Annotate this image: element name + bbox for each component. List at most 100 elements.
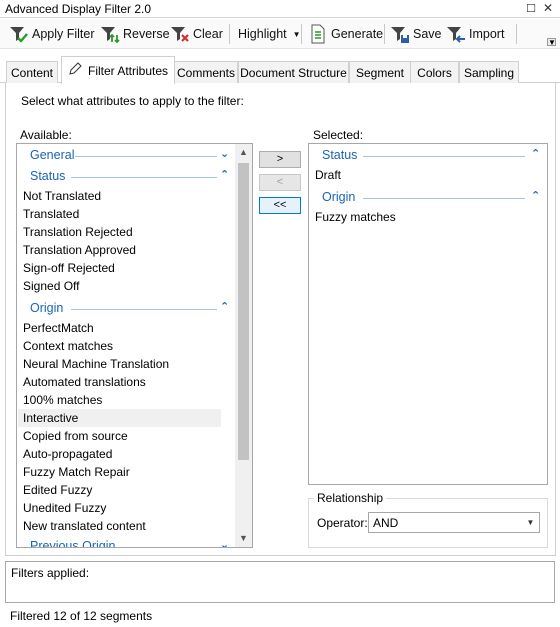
scroll-up-icon[interactable]: ▲ (235, 144, 252, 161)
funnel-arrows-icon (100, 24, 120, 44)
funnel-x-icon (170, 24, 190, 44)
scrollbar-thumb[interactable] (238, 163, 249, 460)
group-header-previous-origin[interactable]: Previous Origin ⌄ (17, 537, 252, 548)
list-item[interactable]: PerfectMatch (23, 319, 94, 337)
scroll-down-icon[interactable]: ▼ (235, 530, 252, 547)
group-header-status[interactable]: Status ⌃ (17, 167, 252, 187)
available-list-scrollbar[interactable]: ▲ ▼ (235, 144, 252, 547)
funnel-import-icon (446, 24, 466, 44)
highlight-label: Highlight (238, 27, 287, 41)
funnel-save-icon (390, 24, 410, 44)
list-item[interactable]: Not Translated (23, 187, 101, 205)
import-button[interactable]: Import (446, 23, 504, 45)
remove-button[interactable]: < (259, 174, 301, 191)
clear-button[interactable]: Clear (170, 23, 223, 45)
group-divider (75, 156, 217, 157)
list-item[interactable]: Fuzzy matches (315, 208, 396, 226)
chevron-down-icon[interactable]: ⌄ (220, 147, 229, 160)
import-label: Import (469, 27, 505, 41)
tab-colors[interactable]: Colors (410, 61, 459, 83)
tab-strip: Content Filter Attributes Comments Docum… (0, 55, 560, 84)
list-item-selected[interactable]: Interactive (18, 409, 221, 427)
tab-label: Segment (355, 65, 405, 80)
apply-filter-label: Apply Filter (32, 27, 95, 41)
pin-icon[interactable]: ☐ (526, 2, 536, 15)
group-title: General (30, 148, 75, 162)
tab-sampling[interactable]: Sampling (459, 61, 519, 83)
group-header-status[interactable]: Status ⌃ (309, 146, 547, 166)
group-divider (363, 156, 525, 157)
tab-comments[interactable]: Comments (174, 61, 238, 83)
tab-segment[interactable]: Segment (349, 61, 411, 83)
toolbar-separator (516, 24, 517, 44)
list-item[interactable]: 100% matches (23, 391, 102, 409)
list-item[interactable]: Context matches (23, 337, 113, 355)
group-title: Previous Origin (30, 539, 116, 548)
chevron-up-icon[interactable]: ⌃ (531, 189, 540, 202)
list-item[interactable]: Unedited Fuzzy (23, 499, 106, 517)
group-title: Origin (30, 301, 64, 315)
tab-label: Filter Attributes (87, 63, 169, 78)
group-header-general[interactable]: General ⌄ (17, 146, 252, 166)
list-item[interactable]: New translated content (23, 517, 146, 535)
reverse-label: Reverse (123, 27, 170, 41)
selected-list[interactable]: Status ⌃ Draft Origin ⌃ Fuzzy matches (308, 143, 548, 485)
list-item[interactable]: Translation Rejected (23, 223, 133, 241)
tab-label: Colors (417, 65, 452, 80)
group-divider (71, 177, 217, 178)
available-list[interactable]: General ⌄ Status ⌃ Not Translated Transl… (16, 143, 253, 548)
clear-label: Clear (193, 27, 223, 41)
filter-attributes-panel: Select what attributes to apply to the f… (5, 83, 556, 556)
operator-select[interactable]: AND ▼ (368, 512, 540, 533)
toolbar-separator (384, 24, 385, 44)
list-item[interactable]: Edited Fuzzy (23, 481, 92, 499)
group-header-origin[interactable]: Origin ⌃ (17, 299, 252, 319)
group-divider (363, 198, 525, 199)
filters-applied-box: Filters applied: (5, 561, 555, 603)
add-button[interactable]: > (259, 151, 301, 168)
list-item[interactable]: Auto-propagated (23, 445, 112, 463)
close-icon[interactable]: ✕ (543, 1, 553, 15)
chevron-down-icon[interactable]: ⌄ (220, 538, 229, 547)
pencil-icon (68, 62, 82, 79)
apply-filter-button[interactable]: Apply Filter (9, 23, 95, 45)
toolbar-separator (301, 24, 302, 44)
tab-label: Document Structure (240, 65, 347, 80)
list-item[interactable]: Translated (23, 205, 79, 223)
generate-button[interactable]: Generate (308, 23, 383, 45)
save-label: Save (413, 27, 442, 41)
list-item[interactable]: Neural Machine Translation (23, 355, 169, 373)
list-item[interactable]: Translation Approved (23, 241, 136, 259)
chevron-up-icon[interactable]: ⌃ (220, 168, 229, 181)
relationship-legend: Relationship (314, 491, 387, 505)
chevron-up-icon[interactable]: ⌃ (531, 147, 540, 160)
list-item[interactable]: Signed Off (23, 277, 79, 295)
list-item[interactable]: Sign-off Rejected (23, 259, 115, 277)
chevron-down-icon: ▼ (292, 29, 301, 39)
tab-content[interactable]: Content (6, 61, 58, 83)
list-item[interactable]: Copied from source (23, 427, 128, 445)
list-item[interactable]: Fuzzy Match Repair (23, 463, 130, 481)
save-button[interactable]: Save (390, 23, 442, 45)
funnel-check-icon (9, 24, 29, 44)
group-divider (71, 309, 217, 310)
tab-label: Sampling (463, 65, 515, 80)
document-icon (308, 24, 328, 44)
group-header-origin[interactable]: Origin ⌃ (309, 188, 547, 208)
chevron-down-icon[interactable]: ▼ (522, 513, 539, 532)
group-title: Status (30, 169, 66, 183)
chevron-up-icon[interactable]: ⌃ (220, 300, 229, 313)
operator-label: Operator: (317, 516, 368, 530)
tab-label: Comments (176, 65, 235, 80)
remove-all-button[interactable]: << (259, 197, 301, 214)
tab-document-structure[interactable]: Document Structure (238, 61, 349, 83)
toolbar-overflow-button[interactable]: ▼ (547, 38, 556, 47)
reverse-button[interactable]: Reverse (100, 23, 170, 45)
available-label: Available: (20, 128, 72, 142)
highlight-dropdown[interactable]: Highlight ▼ (238, 23, 301, 45)
tab-filter-attributes[interactable]: Filter Attributes (61, 56, 175, 84)
list-item[interactable]: Automated translations (23, 373, 146, 391)
operator-value: AND (373, 516, 399, 530)
filters-applied-label: Filters applied: (11, 566, 90, 580)
list-item[interactable]: Draft (315, 166, 341, 184)
